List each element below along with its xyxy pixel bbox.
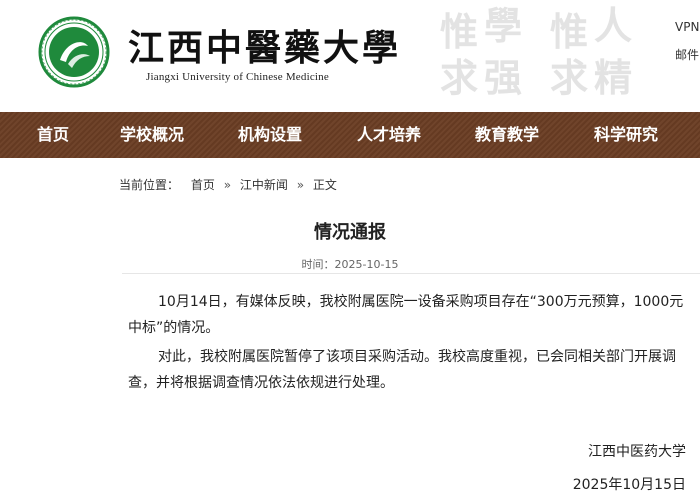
breadcrumb: 当前位置： 首页 » 江中新闻 » 正文 (119, 176, 337, 193)
motto-char: 惟 (550, 9, 589, 54)
nav-item-research[interactable]: 科学研究 (594, 112, 658, 158)
motto-char: 强 (484, 55, 523, 100)
motto-watermark: 惟 學 惟 人 求 强 求 精 (440, 6, 670, 102)
article-date: 时间：2025-10-15 (301, 258, 399, 271)
motto-char: 惟 (440, 9, 479, 54)
breadcrumb-separator: » (296, 178, 305, 192)
article-paragraph: 对此，我校附属医院暂停了该项目采购活动。我校高度重视，已会同相关部门开展调查，并… (128, 349, 676, 391)
school-name-cn: 江西中醫藥大學 (128, 27, 402, 69)
motto-char: 求 (550, 55, 589, 100)
main-nav: 首页 学校概况 机构设置 人才培养 教育教学 科学研究 (0, 112, 700, 158)
mail-link[interactable]: 邮件 (675, 46, 699, 63)
nav-item-education[interactable]: 教育教学 (475, 112, 539, 158)
breadcrumb-separator: » (223, 178, 232, 192)
signature-date: 2025年10月15日 (572, 477, 686, 493)
article-divider (122, 273, 700, 274)
breadcrumb-news[interactable]: 江中新闻 (240, 176, 288, 193)
nav-item-talent[interactable]: 人才培养 (357, 112, 421, 158)
breadcrumb-current: 正文 (312, 178, 337, 192)
site-header: 江西中醫藥大學 Jiangxi University of Chinese Me… (0, 0, 700, 112)
nav-item-overview[interactable]: 学校概况 (120, 112, 184, 158)
motto-char: 精 (594, 55, 633, 100)
breadcrumb-label: 当前位置： (119, 178, 180, 192)
motto-char: 人 (594, 3, 633, 48)
article-paragraph: 10月14日，有媒体反映，我校附属医院一设备采购项目存在“300万元预算，100… (128, 294, 684, 336)
vpn-link[interactable]: VPN (675, 20, 699, 34)
article-title: 情况通报 (314, 222, 386, 243)
school-name-en: Jiangxi University of Chinese Medicine (146, 71, 329, 83)
breadcrumb-home[interactable]: 首页 (191, 176, 215, 193)
nav-item-institutions[interactable]: 机构设置 (238, 112, 302, 158)
signature-organization: 江西中医药大学 (588, 444, 686, 460)
motto-char: 學 (484, 3, 523, 48)
nav-item-home[interactable]: 首页 (37, 112, 69, 158)
university-seal-logo[interactable] (38, 16, 110, 88)
motto-char: 求 (440, 55, 479, 100)
